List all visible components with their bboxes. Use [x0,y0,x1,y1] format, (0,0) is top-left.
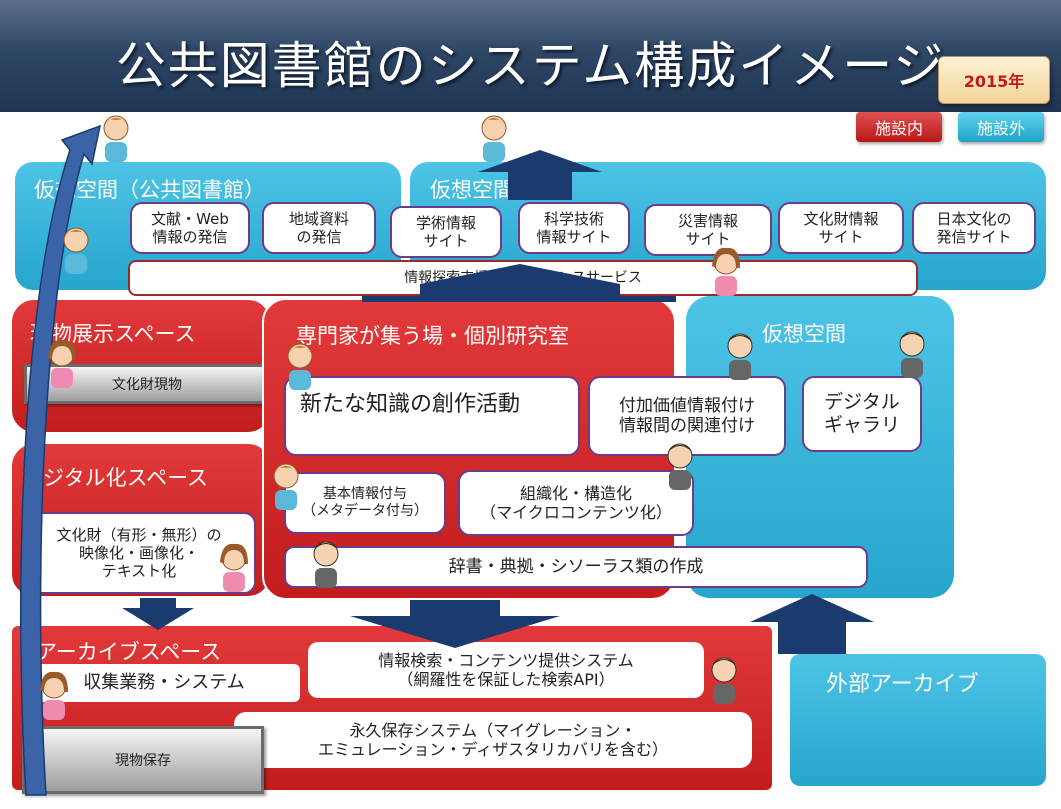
person-icon [287,343,313,390]
man-icon [667,443,693,490]
person-icon [103,115,129,162]
person-icon [273,463,299,510]
woman-icon [712,247,740,296]
woman-icon [220,543,248,592]
person-icon [481,115,507,162]
up-arrow-external [750,594,874,654]
down-arrow-archive [350,600,560,648]
man-icon [899,331,925,378]
down-arrow-digitization [122,598,194,630]
man-icon [727,333,753,380]
woman-icon [48,339,76,388]
up-arrow-reference [362,264,676,302]
man-icon [711,657,737,704]
diagram-canvas: 公共図書館のシステム構成イメージ 2015年 施設内 施設外 仮想空間（公共図書… [0,0,1061,809]
person-icon [63,227,89,274]
arrows-overlay [19,124,874,796]
man-icon [313,541,339,588]
woman-icon [40,671,68,720]
